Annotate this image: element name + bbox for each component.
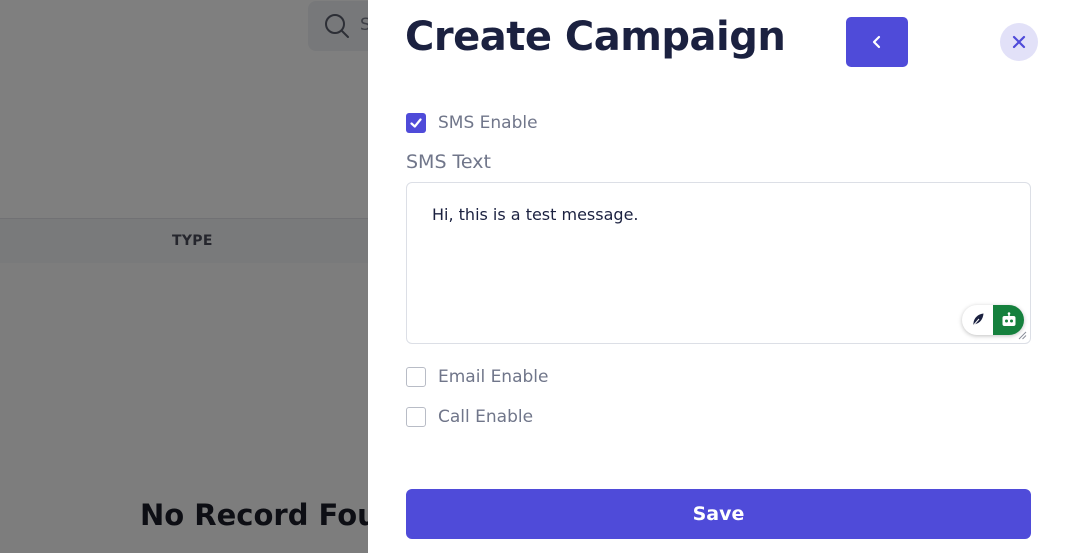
sms-enable-row: SMS Enable (406, 112, 538, 134)
feather-icon (971, 313, 984, 328)
robot-icon (1002, 312, 1015, 326)
feather-button[interactable] (966, 308, 990, 332)
email-enable-checkbox[interactable] (406, 367, 426, 387)
email-enable-label: Email Enable (438, 367, 549, 387)
editor-tools (962, 305, 1024, 335)
resize-handle-icon[interactable] (1018, 331, 1027, 340)
sms-enable-checkbox[interactable] (406, 113, 426, 133)
drawer-title: Create Campaign (405, 14, 786, 60)
back-button[interactable] (846, 17, 908, 67)
chevron-left-icon (872, 35, 881, 49)
call-enable-row: Call Enable (406, 406, 533, 428)
save-button[interactable]: Save (406, 489, 1031, 539)
create-campaign-drawer: Create Campaign SMS Enable SMS Text Hi, … (368, 0, 1067, 553)
sms-text-label: SMS Text (406, 151, 491, 173)
close-button[interactable] (1000, 23, 1038, 61)
close-icon (1012, 35, 1026, 49)
email-enable-row: Email Enable (406, 366, 548, 388)
call-enable-checkbox[interactable] (406, 407, 426, 427)
call-enable-label: Call Enable (438, 407, 534, 427)
sms-text-value: Hi, this is a test message. (432, 205, 639, 224)
checkmark-icon (410, 118, 422, 128)
sms-enable-label: SMS Enable (438, 113, 538, 133)
sms-text-area[interactable]: Hi, this is a test message. (406, 182, 1031, 344)
